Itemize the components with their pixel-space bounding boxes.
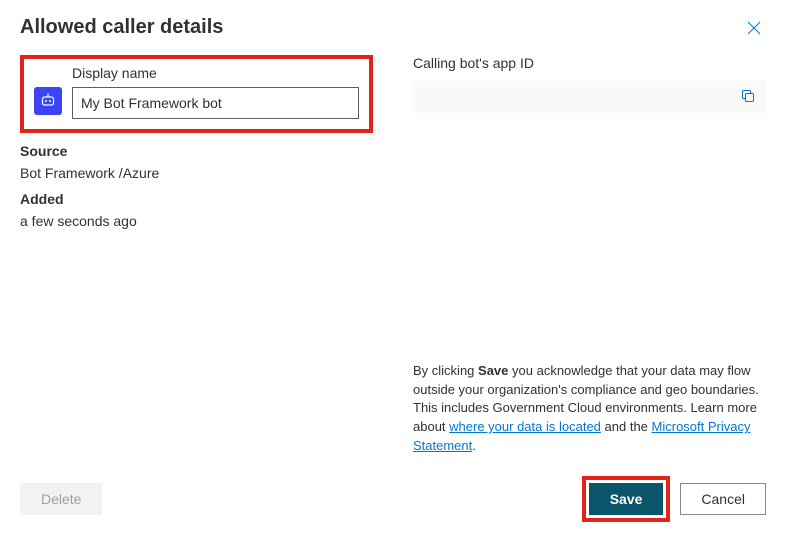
added-label: Added	[20, 191, 373, 207]
display-name-label: Display name	[72, 65, 359, 81]
legal-save-word: Save	[478, 363, 508, 378]
app-id-label: Calling bot's app ID	[413, 55, 766, 71]
legal-prefix: By clicking	[413, 363, 478, 378]
bot-icon-wrap	[34, 87, 62, 115]
display-name-row: Display name	[34, 65, 359, 119]
copy-icon	[740, 88, 756, 104]
left-column: Display name Source Bot Framework /Azure…	[20, 55, 373, 456]
copy-app-id-button[interactable]	[738, 86, 758, 109]
allowed-caller-panel: Allowed caller details	[0, 0, 786, 538]
display-name-input[interactable]	[72, 87, 359, 119]
footer-right-group: Save Cancel	[582, 476, 766, 522]
display-name-highlight: Display name	[20, 55, 373, 133]
app-id-box	[413, 81, 766, 113]
save-button[interactable]: Save	[589, 483, 664, 515]
close-button[interactable]	[742, 16, 766, 43]
delete-button[interactable]: Delete	[20, 483, 102, 515]
bot-icon	[39, 92, 57, 110]
legal-and: and the	[601, 419, 652, 434]
panel-header: Allowed caller details	[20, 16, 766, 43]
cancel-button[interactable]: Cancel	[680, 483, 766, 515]
save-highlight: Save	[582, 476, 671, 522]
legal-text: By clicking Save you acknowledge that yo…	[413, 362, 766, 456]
spacer	[413, 113, 766, 362]
panel-footer: Delete Save Cancel	[20, 476, 766, 522]
legal-period: .	[472, 438, 476, 453]
source-value: Bot Framework /Azure	[20, 165, 373, 181]
source-label: Source	[20, 143, 373, 159]
panel-content: Display name Source Bot Framework /Azure…	[20, 55, 766, 456]
added-value: a few seconds ago	[20, 213, 373, 229]
data-location-link[interactable]: where your data is located	[449, 419, 601, 434]
panel-title: Allowed caller details	[20, 16, 223, 39]
right-column: Calling bot's app ID By clicking Save yo…	[413, 55, 766, 456]
close-icon	[746, 20, 762, 36]
display-name-field: Display name	[72, 65, 359, 119]
